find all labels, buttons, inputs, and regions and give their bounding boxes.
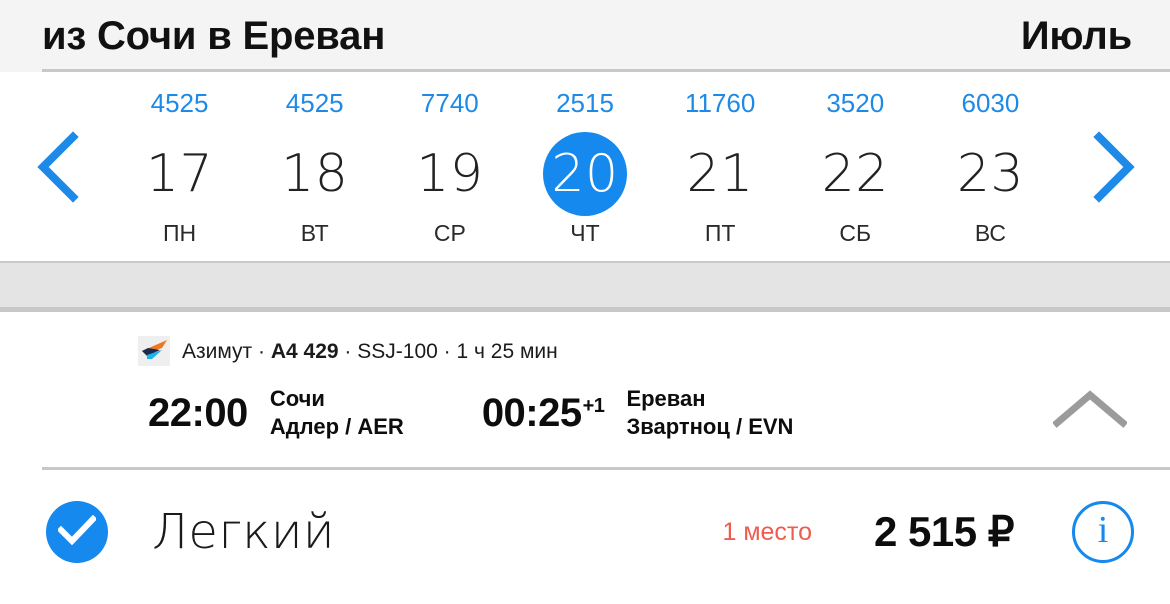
- date-number: 17: [145, 144, 214, 204]
- date-cell-18[interactable]: 4525 18 ВТ: [247, 72, 382, 261]
- date-weekday: СР: [433, 220, 466, 246]
- arrival-city: Ереван: [626, 385, 706, 411]
- meta-separator-3: ·: [443, 339, 451, 363]
- chevron-right-icon: [1091, 130, 1137, 203]
- collapse-details-button[interactable]: [1052, 383, 1128, 439]
- departure-city: Сочи: [269, 385, 325, 411]
- date-number-wrap: 17: [138, 132, 222, 216]
- date-price: 7740: [420, 88, 479, 118]
- departure-time: 22:00: [148, 391, 248, 435]
- chevron-up-icon: [1052, 389, 1128, 434]
- date-cell-23[interactable]: 6030 23 ВС: [923, 72, 1058, 261]
- check-circle-icon: [56, 514, 98, 550]
- departure-place: Сочи Адлер / AER: [270, 385, 404, 441]
- fare-price: 2 515 ₽: [874, 508, 1015, 555]
- date-cell-22[interactable]: 3520 22 СБ: [788, 72, 923, 261]
- date-price: 4525: [150, 88, 209, 118]
- prev-week-button[interactable]: [0, 72, 112, 261]
- date-weekday: ПН: [162, 220, 197, 246]
- fare-selected-toggle[interactable]: [46, 501, 108, 563]
- arrival-place: Ереван Звартноц / EVN: [626, 385, 793, 441]
- meta-separator-1: ·: [258, 339, 266, 363]
- date-price: 3520: [826, 88, 885, 118]
- date-weekday: ЧТ: [570, 220, 600, 246]
- airline-name: Азимут: [182, 339, 253, 363]
- fare-option-row[interactable]: Легкий 1 место 2 515 ₽ i: [0, 470, 1170, 594]
- date-number-wrap: 18: [273, 132, 357, 216]
- date-strip: 4525 17 ПН 4525 18 ВТ 7740 19 СР 2515 20: [0, 72, 1170, 261]
- date-number: 21: [686, 144, 754, 204]
- date-price: 2515: [556, 88, 614, 118]
- date-number: 19: [416, 144, 484, 204]
- date-price: 4525: [285, 88, 344, 118]
- date-number-wrap: 20: [542, 132, 627, 216]
- seats-left-badge: 1 место: [722, 517, 812, 546]
- flight-number: A4 429: [270, 339, 339, 363]
- azimuth-airline-logo: [138, 336, 170, 366]
- date-number-wrap: 22: [813, 132, 897, 216]
- date-list: 4525 17 ПН 4525 18 ВТ 7740 19 СР 2515 20: [112, 72, 1058, 261]
- date-price: 6030: [961, 88, 1020, 118]
- meta-separator-2: ·: [344, 339, 352, 363]
- flight-result-card: Азимут · A4 429 · SSJ-100 · 1 ч 25 мин 2…: [0, 309, 1170, 594]
- date-number: 23: [956, 144, 1024, 204]
- info-circle-icon: i: [1097, 509, 1109, 551]
- date-cell-21[interactable]: 11760 21 ПТ: [653, 72, 788, 261]
- date-cell-17[interactable]: 4525 17 ПН: [112, 72, 247, 261]
- page-header: из Сочи в Ереван Июль: [0, 0, 1170, 72]
- date-price: 11760: [684, 88, 756, 118]
- date-weekday: ВС: [974, 220, 1006, 246]
- date-number-wrap: 19: [408, 132, 492, 216]
- arrival-day-offset: +1: [582, 394, 605, 417]
- date-number: 22: [821, 144, 889, 204]
- date-weekday: ВТ: [300, 220, 329, 246]
- date-number: 20: [551, 144, 619, 204]
- date-number-wrap: 21: [678, 132, 762, 216]
- date-weekday: ПТ: [704, 220, 736, 246]
- date-cell-20-selected[interactable]: 2515 20 ЧТ: [517, 72, 652, 261]
- next-week-button[interactable]: [1058, 72, 1170, 261]
- date-cell-19[interactable]: 7740 19 СР: [382, 72, 517, 261]
- arrival-time-value: 00:25: [481, 391, 582, 435]
- date-number-wrap: 23: [948, 132, 1032, 216]
- arrival-segment: 00:25+1 Ереван Звартноц / EVN: [404, 385, 794, 441]
- fare-info-button[interactable]: i: [1072, 501, 1134, 563]
- flight-duration: 1 ч 25 мин: [456, 339, 558, 363]
- aircraft-type: SSJ-100: [357, 339, 438, 363]
- arrival-time: 00:25+1: [482, 393, 605, 433]
- departure-segment: 22:00 Сочи Адлер / AER: [0, 385, 404, 441]
- flight-meta-row: Азимут · A4 429 · SSJ-100 · 1 ч 25 мин: [0, 333, 1170, 369]
- chevron-left-icon: [33, 130, 79, 203]
- date-weekday: СБ: [839, 220, 872, 246]
- flight-meta-text: Азимут · A4 429 · SSJ-100 · 1 ч 25 мин: [182, 341, 558, 362]
- arrival-airport: Звартноц / EVN: [626, 414, 794, 439]
- section-separator: [0, 261, 1170, 312]
- departure-airport: Адлер / AER: [269, 414, 404, 439]
- month-label: Июль: [1020, 14, 1132, 58]
- page-title: из Сочи в Ереван: [42, 14, 386, 58]
- flight-times-row: 22:00 Сочи Адлер / AER 00:25+1 Ереван Зв…: [0, 369, 1170, 443]
- date-number: 18: [281, 144, 349, 204]
- fare-name: Легкий: [152, 504, 335, 560]
